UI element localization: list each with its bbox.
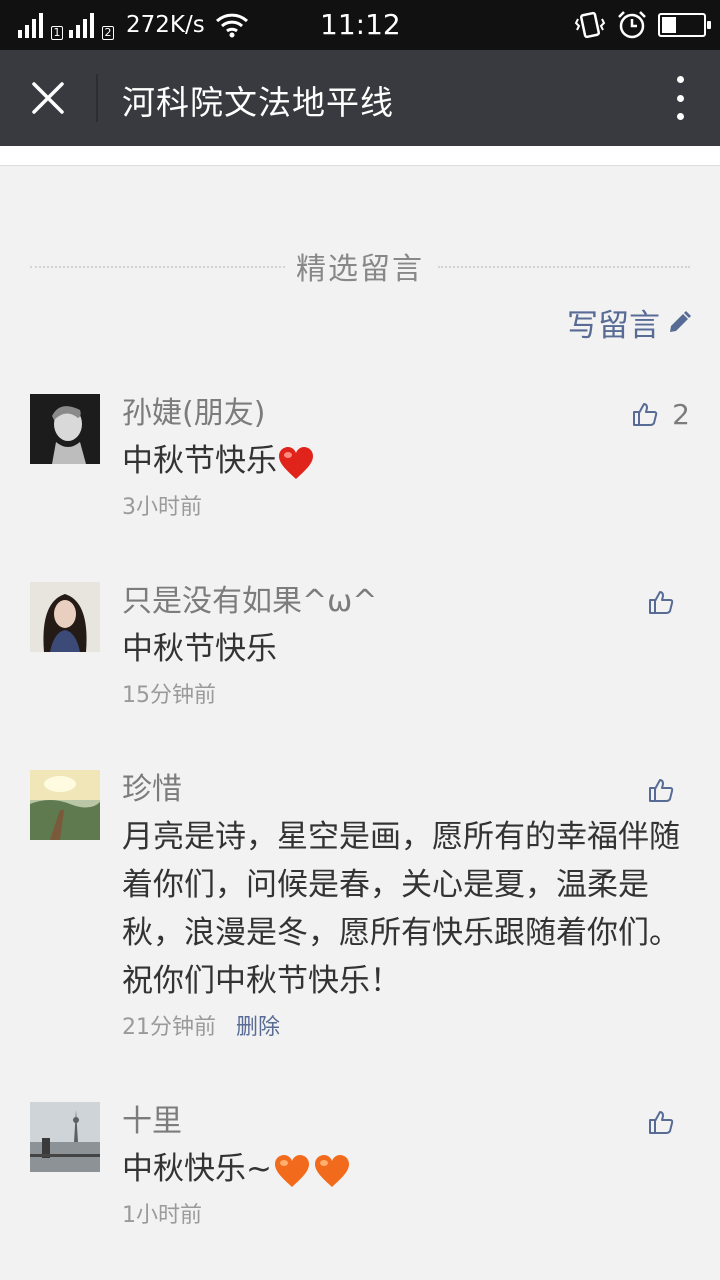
thumbs-up-icon [649,591,674,614]
title-divider [96,74,98,122]
orange-heart-emoji-icon [314,1154,349,1187]
sim1-badge: 1 [51,26,63,40]
like-button[interactable] [648,770,674,810]
comment-item: 珍惜 月亮是诗，星空是画，愿所有的幸福伴随着你们，问候是春，关心是夏，温柔是秋，… [30,770,690,1040]
avatar[interactable] [30,582,100,652]
page-title: 河科院文法地平线 [122,83,394,122]
alarm-icon [618,11,646,39]
comment-time: 21分钟前 [122,1015,216,1040]
section-header: 精选留言 [30,240,690,292]
pencil-icon [670,310,691,332]
comment-text: 中秋快乐~ [122,1145,690,1193]
comment-author[interactable]: 珍惜 [122,770,690,810]
heart-emoji-icon [279,446,313,479]
comment-author[interactable]: 只是没有如果^ω^ [122,582,690,622]
comment-author[interactable]: 十里 [122,1102,690,1142]
comment-text: 月亮是诗，星空是画，愿所有的幸福伴随着你们，问候是春，关心是夏，温柔是秋，浪漫是… [122,819,680,999]
thumbs-up-icon [649,1111,674,1134]
status-bar: 1 2 272K/s 11:12 [0,0,720,50]
thumbs-up-icon [633,403,658,426]
more-vertical-icon [676,76,684,83]
comment-text: 中秋节快乐 [122,631,277,667]
content-top-strip [0,146,720,166]
comment-item: 孙婕(朋友) 中秋节快乐 3小时前 2 [30,394,690,524]
write-comment-label: 写留言 [567,308,660,344]
like-count: 2 [672,397,690,431]
comment-time: 3小时前 [122,495,202,520]
signal-icon [18,12,43,38]
delete-button[interactable]: 删除 [236,1009,280,1041]
comment-author[interactable]: 孙婕(朋友) [122,394,690,434]
write-comment-button[interactable]: 写留言 [567,300,692,345]
clock: 11:12 [320,8,401,41]
sim2-badge: 2 [102,26,114,40]
network-speed: 272K/s [126,12,205,38]
comment-time: 15分钟前 [122,683,216,708]
like-button[interactable]: 2 [632,394,690,434]
close-button[interactable] [22,74,74,122]
comment-item: 只是没有如果^ω^ 中秋节快乐 15分钟前 [30,582,690,712]
avatar[interactable] [30,394,100,464]
comment-text: 中秋节快乐 [122,437,690,485]
vibrate-icon [574,11,606,39]
orange-heart-emoji-icon [274,1154,309,1187]
signal-icon-2 [69,12,94,38]
like-button[interactable] [648,582,674,622]
thumbs-up-icon [649,779,674,802]
avatar[interactable] [30,1102,100,1172]
avatar[interactable] [30,770,100,840]
comment-item: 十里 中秋快乐~ 1小时前 [30,1102,690,1232]
battery-icon [658,13,711,37]
like-button[interactable] [648,1102,674,1142]
comment-time: 1小时前 [122,1203,202,1228]
more-button[interactable] [670,76,690,120]
close-icon [32,82,64,114]
wifi-icon [215,13,248,38]
title-bar: 河科院文法地平线 [0,50,720,146]
divider-right [438,266,690,268]
